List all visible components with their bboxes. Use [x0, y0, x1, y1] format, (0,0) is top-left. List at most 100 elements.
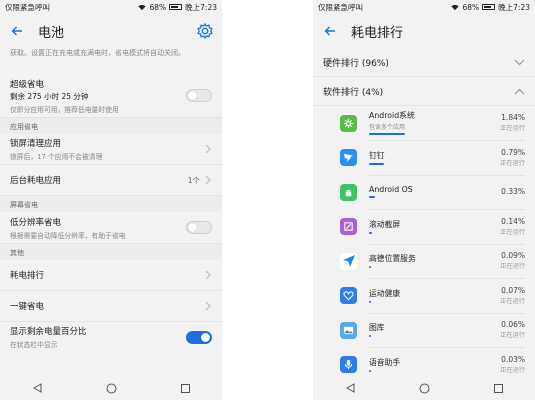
app-row[interactable]: Android系统 包含多个应用 1.84% 正在运行	[313, 106, 535, 141]
consumption-bar	[369, 196, 375, 199]
app-name: 滚动截屏	[369, 219, 401, 229]
hardware-rank-label: 硬件排行 (96%)	[323, 58, 389, 69]
app-row[interactable]: 运动健康 0.07% 正在运行	[313, 279, 535, 314]
app-name: Android系统	[369, 111, 415, 121]
wifi-icon	[451, 4, 460, 10]
voice-assistant-icon	[340, 356, 357, 374]
screenshot-pair: 仅限紧急呼叫 68% 晚上7:23 电池 动，减弱或关闭部分视觉效果和系统提示音…	[0, 0, 535, 400]
android-system-icon	[340, 114, 357, 132]
triangle-back-icon	[345, 383, 354, 393]
square-recents-icon	[180, 383, 190, 393]
app-bar: 耗电排行	[313, 14, 535, 48]
carrier-text: 仅限紧急呼叫	[318, 2, 363, 12]
chevron-right-icon	[205, 270, 211, 280]
super-saver-remaining: 剩余 275 小时 25 分钟	[10, 91, 89, 101]
status-bar: 仅限紧急呼叫 68% 晚上7:23	[0, 0, 222, 14]
nav-recents-button[interactable]	[175, 378, 195, 398]
consumption-rank-row[interactable]: 耗电排行	[0, 260, 222, 291]
consumption-bar	[369, 266, 371, 269]
carrier-text: 仅限紧急呼叫	[5, 2, 50, 12]
back-arrow-icon	[11, 26, 22, 36]
app-row[interactable]: 高德位置服务 0.09% 正在运行	[313, 244, 535, 279]
page-title: 电池	[38, 25, 65, 41]
nav-recents-button[interactable]	[488, 378, 508, 398]
low-resolution-row[interactable]: 低分辨率省电 根据需要自动降低分辨率，有助于省电	[0, 212, 222, 244]
battery-icon	[482, 4, 496, 10]
hardware-rank-group[interactable]: 硬件排行 (96%)	[313, 48, 535, 77]
triangle-back-icon	[32, 383, 41, 393]
super-saver-toggle[interactable]	[186, 89, 212, 102]
circle-home-icon	[419, 383, 429, 393]
app-status: 正在运行	[500, 366, 525, 374]
background-apps-count: 1个	[187, 175, 200, 185]
location-service-icon	[340, 252, 357, 270]
section-header-screen-saving: 屏幕省电	[0, 196, 222, 212]
app-status: 正在运行	[500, 297, 525, 305]
battery-icon	[169, 4, 183, 10]
app-row[interactable]: 滚动截屏 0.14% 正在运行	[313, 210, 535, 245]
software-rank-label: 软件排行 (4%)	[323, 87, 384, 98]
show-percentage-toggle[interactable]	[186, 330, 212, 344]
background-apps-row[interactable]: 后台耗电应用 1个	[0, 165, 222, 196]
back-arrow-icon	[324, 26, 335, 36]
chevron-up-icon	[514, 88, 525, 94]
app-status: 正在运行	[500, 332, 525, 340]
battery-percent: 68%	[462, 2, 480, 12]
low-resolution-toggle[interactable]	[186, 221, 212, 234]
app-percent: 0.06%	[501, 320, 525, 330]
background-apps-title: 后台耗电应用	[10, 176, 62, 186]
gear-icon[interactable]	[196, 22, 214, 40]
app-status: 正在运行	[500, 228, 525, 236]
super-saver-row[interactable]: 超级省电 剩余 275 小时 25 分钟 仅即分应用可用，推荐低电量时使用	[0, 74, 222, 118]
consumption-rank-label: 耗电排行	[10, 271, 45, 281]
section-header-app-saving: 应用省电	[0, 118, 222, 134]
app-name: 高德位置服务	[369, 254, 416, 264]
health-icon	[340, 287, 357, 305]
app-row[interactable]: Android OS 0.33%	[313, 175, 535, 210]
show-percentage-row[interactable]: 显示剩余电量百分比 在状态栏中显示	[0, 322, 222, 352]
app-name: Android OS	[369, 185, 413, 195]
one-tap-saver-row[interactable]: 一键省电	[0, 291, 222, 322]
one-tap-saver-label: 一键省电	[10, 302, 45, 312]
app-row[interactable]: 语音助手 0.03% 正在运行	[313, 348, 535, 377]
show-percentage-description: 在状态栏中显示	[10, 341, 58, 349]
consumption-bar	[369, 162, 384, 165]
chevron-right-icon	[205, 175, 211, 185]
navigation-bar	[0, 376, 222, 400]
nav-back-button[interactable]	[27, 378, 47, 398]
dingtalk-icon	[340, 149, 357, 167]
app-subtitle: 包含多个应用	[369, 124, 406, 132]
app-bar: 电池	[0, 14, 222, 48]
app-row[interactable]: 图库 0.06% 正在运行	[313, 313, 535, 348]
wifi-icon	[138, 4, 147, 10]
app-percent: 1.84%	[501, 113, 525, 123]
app-percent: 0.03%	[501, 354, 525, 364]
battery-settings-screen: 仅限紧急呼叫 68% 晚上7:23 电池 动，减弱或关闭部分视觉效果和系统提示音…	[0, 0, 222, 400]
app-row[interactable]: 钉钉 0.79% 正在运行	[313, 141, 535, 176]
consumption-bar	[369, 133, 405, 136]
navigation-bar	[313, 376, 535, 400]
circle-home-icon	[106, 383, 116, 393]
app-percent: 0.09%	[501, 251, 525, 261]
app-name: 语音助手	[369, 357, 401, 367]
lockscreen-cleanup-row[interactable]: 锁屏清理应用 锁屏后，17 个应用不会被清理	[0, 134, 222, 165]
square-recents-icon	[493, 383, 503, 393]
app-status: 正在运行	[500, 263, 525, 271]
consumption-bar	[369, 300, 371, 303]
app-percent: 0.07%	[501, 285, 525, 295]
super-saver-title: 超级省电	[10, 79, 45, 90]
nav-home-button[interactable]	[414, 378, 434, 398]
app-percent: 0.33%	[501, 186, 525, 196]
software-rank-group[interactable]: 软件排行 (4%)	[313, 77, 535, 106]
battery-percent: 68%	[149, 2, 167, 12]
chevron-right-icon	[205, 144, 211, 154]
back-button[interactable]	[8, 22, 26, 40]
nav-back-button[interactable]	[340, 378, 360, 398]
consumption-bar	[369, 335, 371, 338]
app-name: 运动健康	[369, 288, 401, 298]
app-status: 正在运行	[500, 159, 525, 167]
gallery-icon	[340, 321, 357, 339]
app-percent: 0.79%	[501, 147, 525, 157]
back-button[interactable]	[321, 22, 339, 40]
nav-home-button[interactable]	[101, 378, 121, 398]
